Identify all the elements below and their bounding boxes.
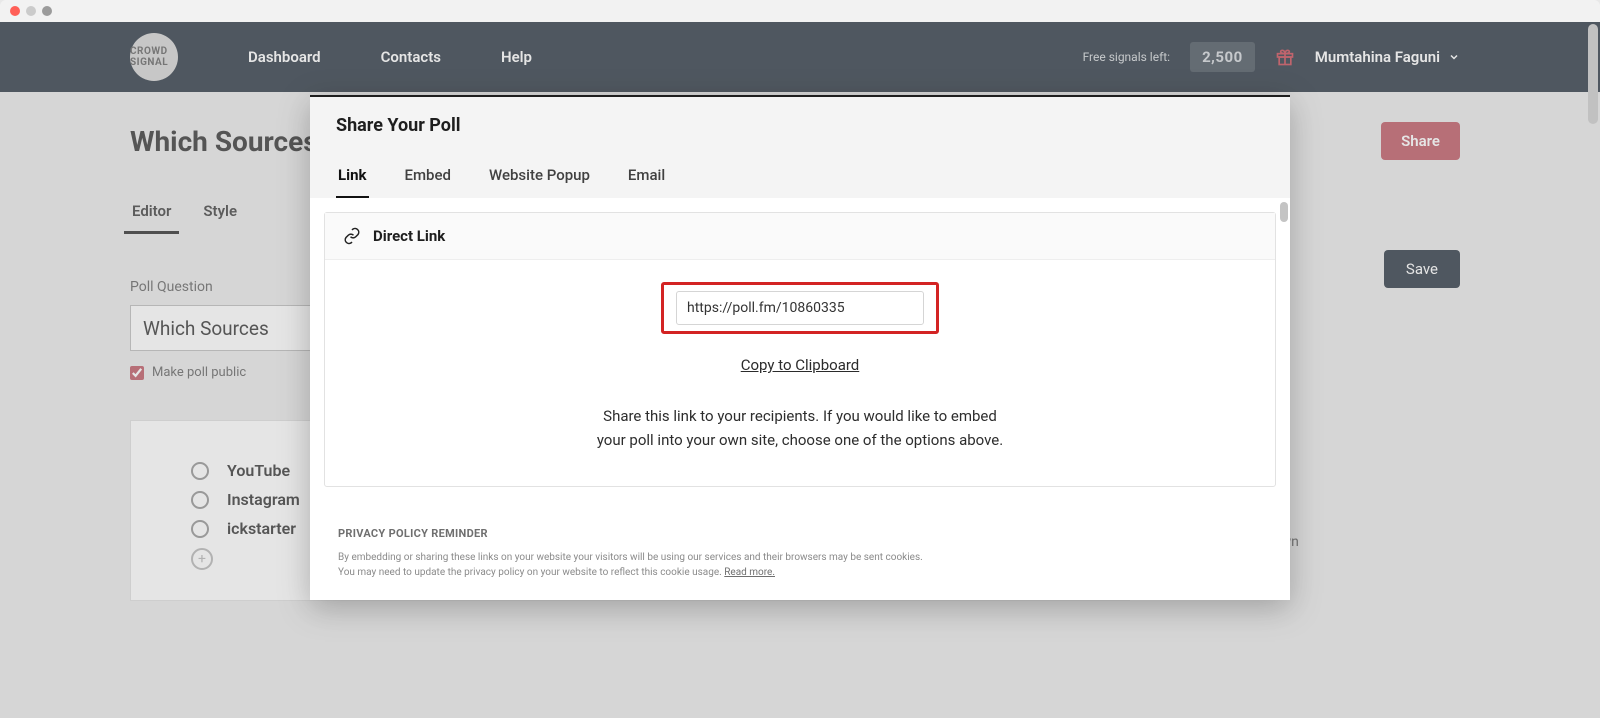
- modal-scrollbar[interactable]: [1280, 202, 1288, 222]
- share-tabs: Link Embed Website Popup Email: [336, 156, 1264, 198]
- share-tab-email[interactable]: Email: [626, 156, 667, 198]
- privacy-title: PRIVACY POLICY REMINDER: [338, 527, 1262, 540]
- share-help-text: Share this link to your recipients. If y…: [595, 404, 1005, 452]
- window-min-dot[interactable]: [26, 6, 36, 16]
- privacy-line-1: By embedding or sharing these links on y…: [338, 552, 923, 563]
- privacy-line-2: You may need to update the privacy polic…: [338, 567, 722, 578]
- privacy-read-more-link[interactable]: Read more.: [724, 567, 775, 578]
- highlighted-url-box: [661, 282, 939, 334]
- direct-link-label: Direct Link: [373, 227, 445, 245]
- copy-to-clipboard-link[interactable]: Copy to Clipboard: [325, 356, 1275, 374]
- window-close-dot[interactable]: [10, 6, 20, 16]
- share-modal: Share Your Poll Link Embed Website Popup…: [310, 95, 1290, 600]
- page-scrollbar[interactable]: [1588, 24, 1598, 124]
- privacy-reminder: PRIVACY POLICY REMINDER By embedding or …: [324, 487, 1276, 600]
- share-tab-popup[interactable]: Website Popup: [487, 156, 592, 198]
- link-icon: [343, 227, 361, 245]
- window-titlebar: [0, 0, 1600, 22]
- share-tab-link[interactable]: Link: [336, 156, 369, 198]
- window-max-dot[interactable]: [42, 6, 52, 16]
- share-tab-embed[interactable]: Embed: [403, 156, 453, 198]
- direct-link-card: Direct Link Copy to Clipboard Share this…: [324, 212, 1276, 487]
- modal-title: Share Your Poll: [336, 115, 1264, 136]
- poll-url-input[interactable]: [676, 291, 924, 325]
